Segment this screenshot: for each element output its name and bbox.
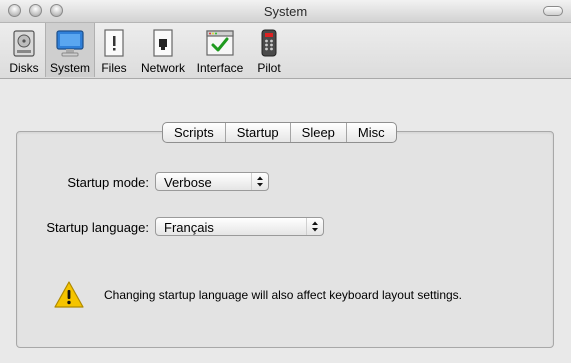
interface-icon: [206, 30, 234, 56]
tab-bar: Scripts Startup Sleep Misc: [162, 122, 397, 143]
toolbar-label-interface: Interface: [196, 61, 244, 75]
startup-panel: [16, 131, 554, 348]
startup-mode-popup[interactable]: Verbose: [155, 172, 269, 191]
tab-sleep[interactable]: Sleep: [291, 123, 347, 142]
window-title: System: [263, 4, 308, 19]
startup-language-value: Français: [164, 220, 214, 235]
toolbar-item-disks[interactable]: Disks: [4, 23, 44, 77]
toolbar-item-interface[interactable]: Interface: [193, 23, 247, 77]
toolbar-label-system: System: [49, 61, 90, 75]
monitor-icon: [56, 30, 84, 57]
toolbar-item-files[interactable]: Files: [96, 23, 132, 77]
toolbar-item-system[interactable]: System: [45, 23, 95, 77]
toolbar-label-disks: Disks: [9, 61, 39, 75]
title-bar: System: [0, 0, 571, 23]
startup-language-popup[interactable]: Français: [155, 217, 324, 236]
disk-icon: [13, 30, 35, 57]
startup-language-notice: Changing startup language will also affe…: [104, 288, 463, 302]
toolbar-label-files: Files: [101, 61, 127, 75]
popup-arrows-icon: [306, 218, 318, 235]
toolbar-label-network: Network: [140, 61, 185, 75]
tab-scripts[interactable]: Scripts: [163, 123, 226, 142]
remote-icon: [261, 29, 277, 57]
startup-language-label: Startup language:: [46, 220, 149, 235]
popup-arrows-icon: [251, 173, 263, 190]
toolbar: Disks System Files Network Interface Pil…: [0, 23, 571, 79]
file-icon: [104, 29, 124, 57]
toolbar-toggle-button[interactable]: [543, 6, 563, 16]
tab-misc[interactable]: Misc: [347, 123, 396, 142]
warning-icon: [54, 281, 84, 308]
network-icon: [153, 29, 173, 57]
toolbar-item-network[interactable]: Network: [137, 23, 189, 77]
toolbar-item-pilot[interactable]: Pilot: [252, 23, 286, 77]
window: System Disks System Files Network Interf…: [0, 0, 571, 363]
startup-mode-label: Startup mode:: [67, 175, 149, 190]
tab-startup[interactable]: Startup: [226, 123, 291, 142]
toolbar-label-pilot: Pilot: [257, 61, 281, 75]
startup-mode-value: Verbose: [164, 175, 212, 190]
